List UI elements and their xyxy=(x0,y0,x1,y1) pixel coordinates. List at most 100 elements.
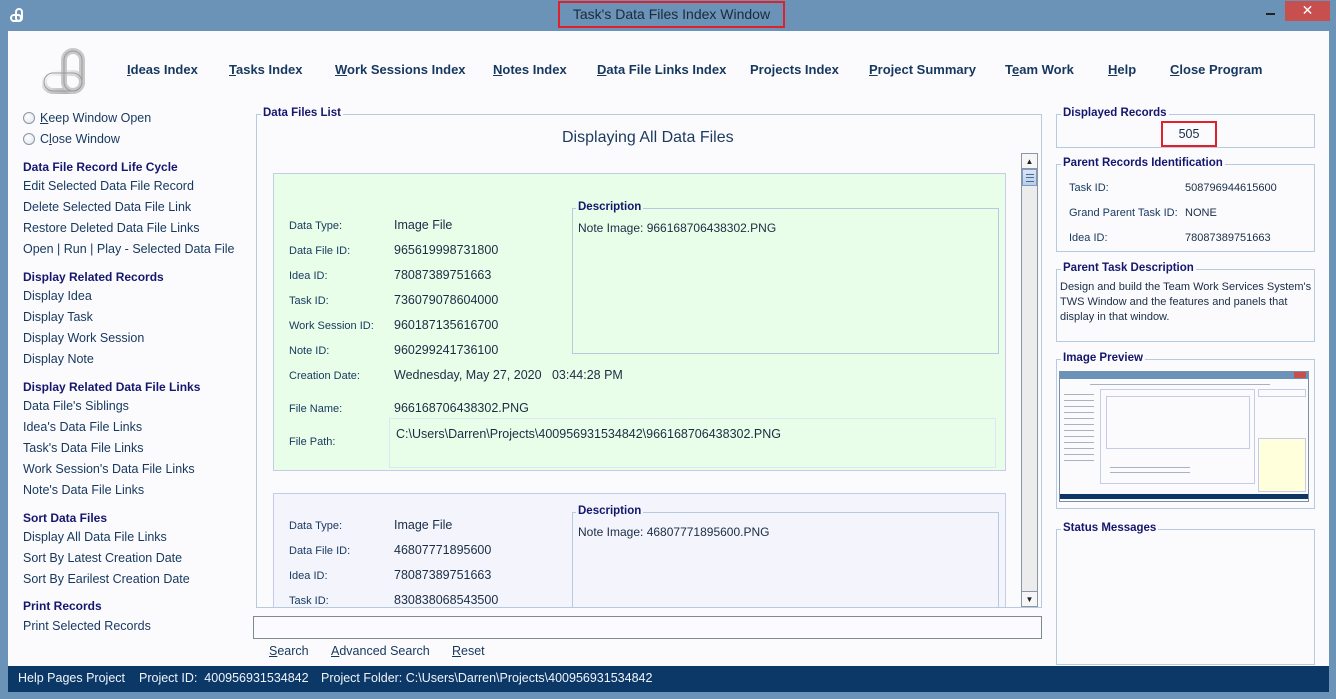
nav-data-file-links-index[interactable]: Data File Links Index xyxy=(597,62,726,77)
keep-window-open-label[interactable]: Keep Window Open xyxy=(40,111,151,125)
keep-window-open-radio[interactable] xyxy=(23,112,35,124)
records-scrollbar[interactable]: ▲ ▼ xyxy=(1021,153,1038,607)
description-box: Description Note Image: 46807771895600.P… xyxy=(572,505,999,607)
data-file-id-value: 965619998731800 xyxy=(394,243,499,257)
data-type-value: Image File xyxy=(394,518,453,532)
parent-task-id-value: 508796944615600 xyxy=(1185,182,1277,194)
data-type-value: Image File xyxy=(394,218,453,232)
title-bar: Task's Data Files Index Window ✕ xyxy=(0,0,1336,30)
project-name: Help Pages Project xyxy=(18,671,126,685)
edit-selected-data-file-record-link[interactable]: Edit Selected Data File Record xyxy=(23,179,194,193)
thumb-line xyxy=(1110,467,1190,468)
records-scroll-area: Data Type: Image File Data File ID: 9656… xyxy=(273,153,1021,607)
display-work-session-link[interactable]: Display Work Session xyxy=(23,331,144,345)
file-path-label: File Path: xyxy=(289,436,336,448)
description-box: Description Note Image: 966168706438302.… xyxy=(572,201,999,354)
data-file-record[interactable]: Data Type: Image File Data File ID: 9656… xyxy=(273,173,1006,471)
idea-id-value: 78087389751663 xyxy=(394,268,492,282)
data-file-record[interactable]: Data Type: Image File Data File ID: 4680… xyxy=(273,493,1006,607)
work-session-data-file-links[interactable]: Work Session's Data File Links xyxy=(23,462,195,476)
parent-idea-id-value: 78087389751663 xyxy=(1185,232,1271,244)
parent-records-title: Parent Records Identification xyxy=(1061,157,1225,169)
delete-selected-data-file-link[interactable]: Delete Selected Data File Link xyxy=(23,200,191,214)
project-folder: Project Folder: C:\Users\Darren\Projects… xyxy=(321,671,653,685)
parent-idea-id-label: Idea ID: xyxy=(1069,232,1108,244)
nav-ideas-index[interactable]: Ideas Index xyxy=(127,62,198,77)
data-type-label: Data Type: xyxy=(289,220,342,232)
window-title: Task's Data Files Index Window xyxy=(558,1,785,28)
sort-latest-creation-date[interactable]: Sort By Latest Creation Date xyxy=(23,551,182,565)
work-session-id-value: 960187135616700 xyxy=(394,318,499,332)
nav-team-work[interactable]: Team Work xyxy=(1005,62,1074,77)
idea-id-value: 78087389751663 xyxy=(394,568,492,582)
close-window-button[interactable]: ✕ xyxy=(1285,1,1330,21)
data-file-siblings-link[interactable]: Data File's Siblings xyxy=(23,399,129,413)
displayed-records-count: 505 xyxy=(1161,121,1217,147)
section-heading-related-records: Display Related Records xyxy=(23,270,164,284)
restore-deleted-data-file-links[interactable]: Restore Deleted Data File Links xyxy=(23,221,199,235)
sort-earliest-creation-date[interactable]: Sort By Earilest Creation Date xyxy=(23,572,190,586)
search-button[interactable]: Search xyxy=(269,644,309,658)
nav-notes-index[interactable]: Notes Index xyxy=(493,62,567,77)
print-selected-records-link[interactable]: Print Selected Records xyxy=(23,619,151,633)
creation-date-value: Wednesday, May 27, 2020 03:44:28 PM xyxy=(394,368,623,382)
file-name-label: File Name: xyxy=(289,403,343,415)
description-title: Description xyxy=(576,201,644,213)
data-files-list-title: Data Files List xyxy=(261,107,343,119)
status-messages-title: Status Messages xyxy=(1061,522,1159,534)
description-text: Note Image: 46807771895600.PNG xyxy=(578,525,770,539)
parent-task-description-text: Design and build the Team Work Services … xyxy=(1060,281,1312,323)
window-client: Ideas Index Tasks Index Work Sessions In… xyxy=(8,31,1329,666)
description-text: Note Image: 966168706438302.PNG xyxy=(578,221,777,235)
thumb-count xyxy=(1258,389,1306,397)
file-name-value: 966168706438302.PNG xyxy=(394,401,529,415)
note-id-label: Note ID: xyxy=(289,345,330,357)
scroll-down-button[interactable]: ▼ xyxy=(1022,591,1037,606)
task-id-value: 736079078604000 xyxy=(394,293,499,307)
thumb-line xyxy=(1064,448,1094,449)
thumb-status xyxy=(1258,438,1306,492)
nav-close-program[interactable]: Close Program xyxy=(1170,62,1262,77)
data-file-id-label: Data File ID: xyxy=(289,545,351,557)
nav-help[interactable]: Help xyxy=(1108,62,1136,77)
parent-task-description-title: Parent Task Description xyxy=(1061,262,1196,274)
parent-records-group: Parent Records Identification Task ID: 5… xyxy=(1056,157,1315,252)
close-window-radio[interactable] xyxy=(23,133,35,145)
thumb-line xyxy=(1110,472,1190,473)
open-run-play-data-file-link[interactable]: Open | Run | Play - Selected Data File xyxy=(23,242,234,256)
thumb-line xyxy=(1064,424,1094,425)
scroll-thumb[interactable] xyxy=(1022,169,1037,186)
minimize-button[interactable] xyxy=(1256,1,1284,21)
advanced-search-button[interactable]: Advanced Search xyxy=(331,644,430,658)
image-preview-thumbnail[interactable] xyxy=(1059,371,1309,502)
nav-work-sessions-index[interactable]: Work Sessions Index xyxy=(335,62,466,77)
thumb-line xyxy=(1064,400,1094,401)
search-input[interactable] xyxy=(253,616,1042,639)
nav-projects-index[interactable]: Projects Index xyxy=(750,62,839,77)
app-logo-icon xyxy=(10,8,23,22)
scroll-up-button[interactable]: ▲ xyxy=(1022,154,1037,169)
section-heading-sort: Sort Data Files xyxy=(23,511,108,525)
idea-data-file-links[interactable]: Idea's Data File Links xyxy=(23,420,142,434)
display-idea-link[interactable]: Display Idea xyxy=(23,289,92,303)
displayed-records-title: Displayed Records xyxy=(1061,107,1169,119)
display-all-data-file-links[interactable]: Display All Data File Links xyxy=(23,530,167,544)
close-icon: ✕ xyxy=(1301,2,1314,18)
thumb-record xyxy=(1106,396,1250,449)
thumb-line xyxy=(1064,430,1094,431)
image-preview-title: Image Preview xyxy=(1061,352,1145,364)
display-task-link[interactable]: Display Task xyxy=(23,310,93,324)
nav-tasks-index[interactable]: Tasks Index xyxy=(229,62,302,77)
display-note-link[interactable]: Display Note xyxy=(23,352,94,366)
work-session-id-label: Work Session ID: xyxy=(289,320,374,332)
thumb-statusbar xyxy=(1060,494,1308,499)
note-data-file-links[interactable]: Note's Data File Links xyxy=(23,483,144,497)
nav-project-summary[interactable]: Project Summary xyxy=(869,62,976,77)
file-path-box: C:\Users\Darren\Projects\400956931534842… xyxy=(389,418,996,468)
section-heading-life-cycle: Data File Record Life Cycle xyxy=(23,160,178,174)
task-data-file-links[interactable]: Task's Data File Links xyxy=(23,441,143,455)
arrow-up-icon: ▲ xyxy=(1025,157,1034,166)
reset-button[interactable]: Reset xyxy=(452,644,485,658)
thumb-titlebar xyxy=(1060,372,1308,379)
close-window-label[interactable]: Close Window xyxy=(40,132,120,146)
